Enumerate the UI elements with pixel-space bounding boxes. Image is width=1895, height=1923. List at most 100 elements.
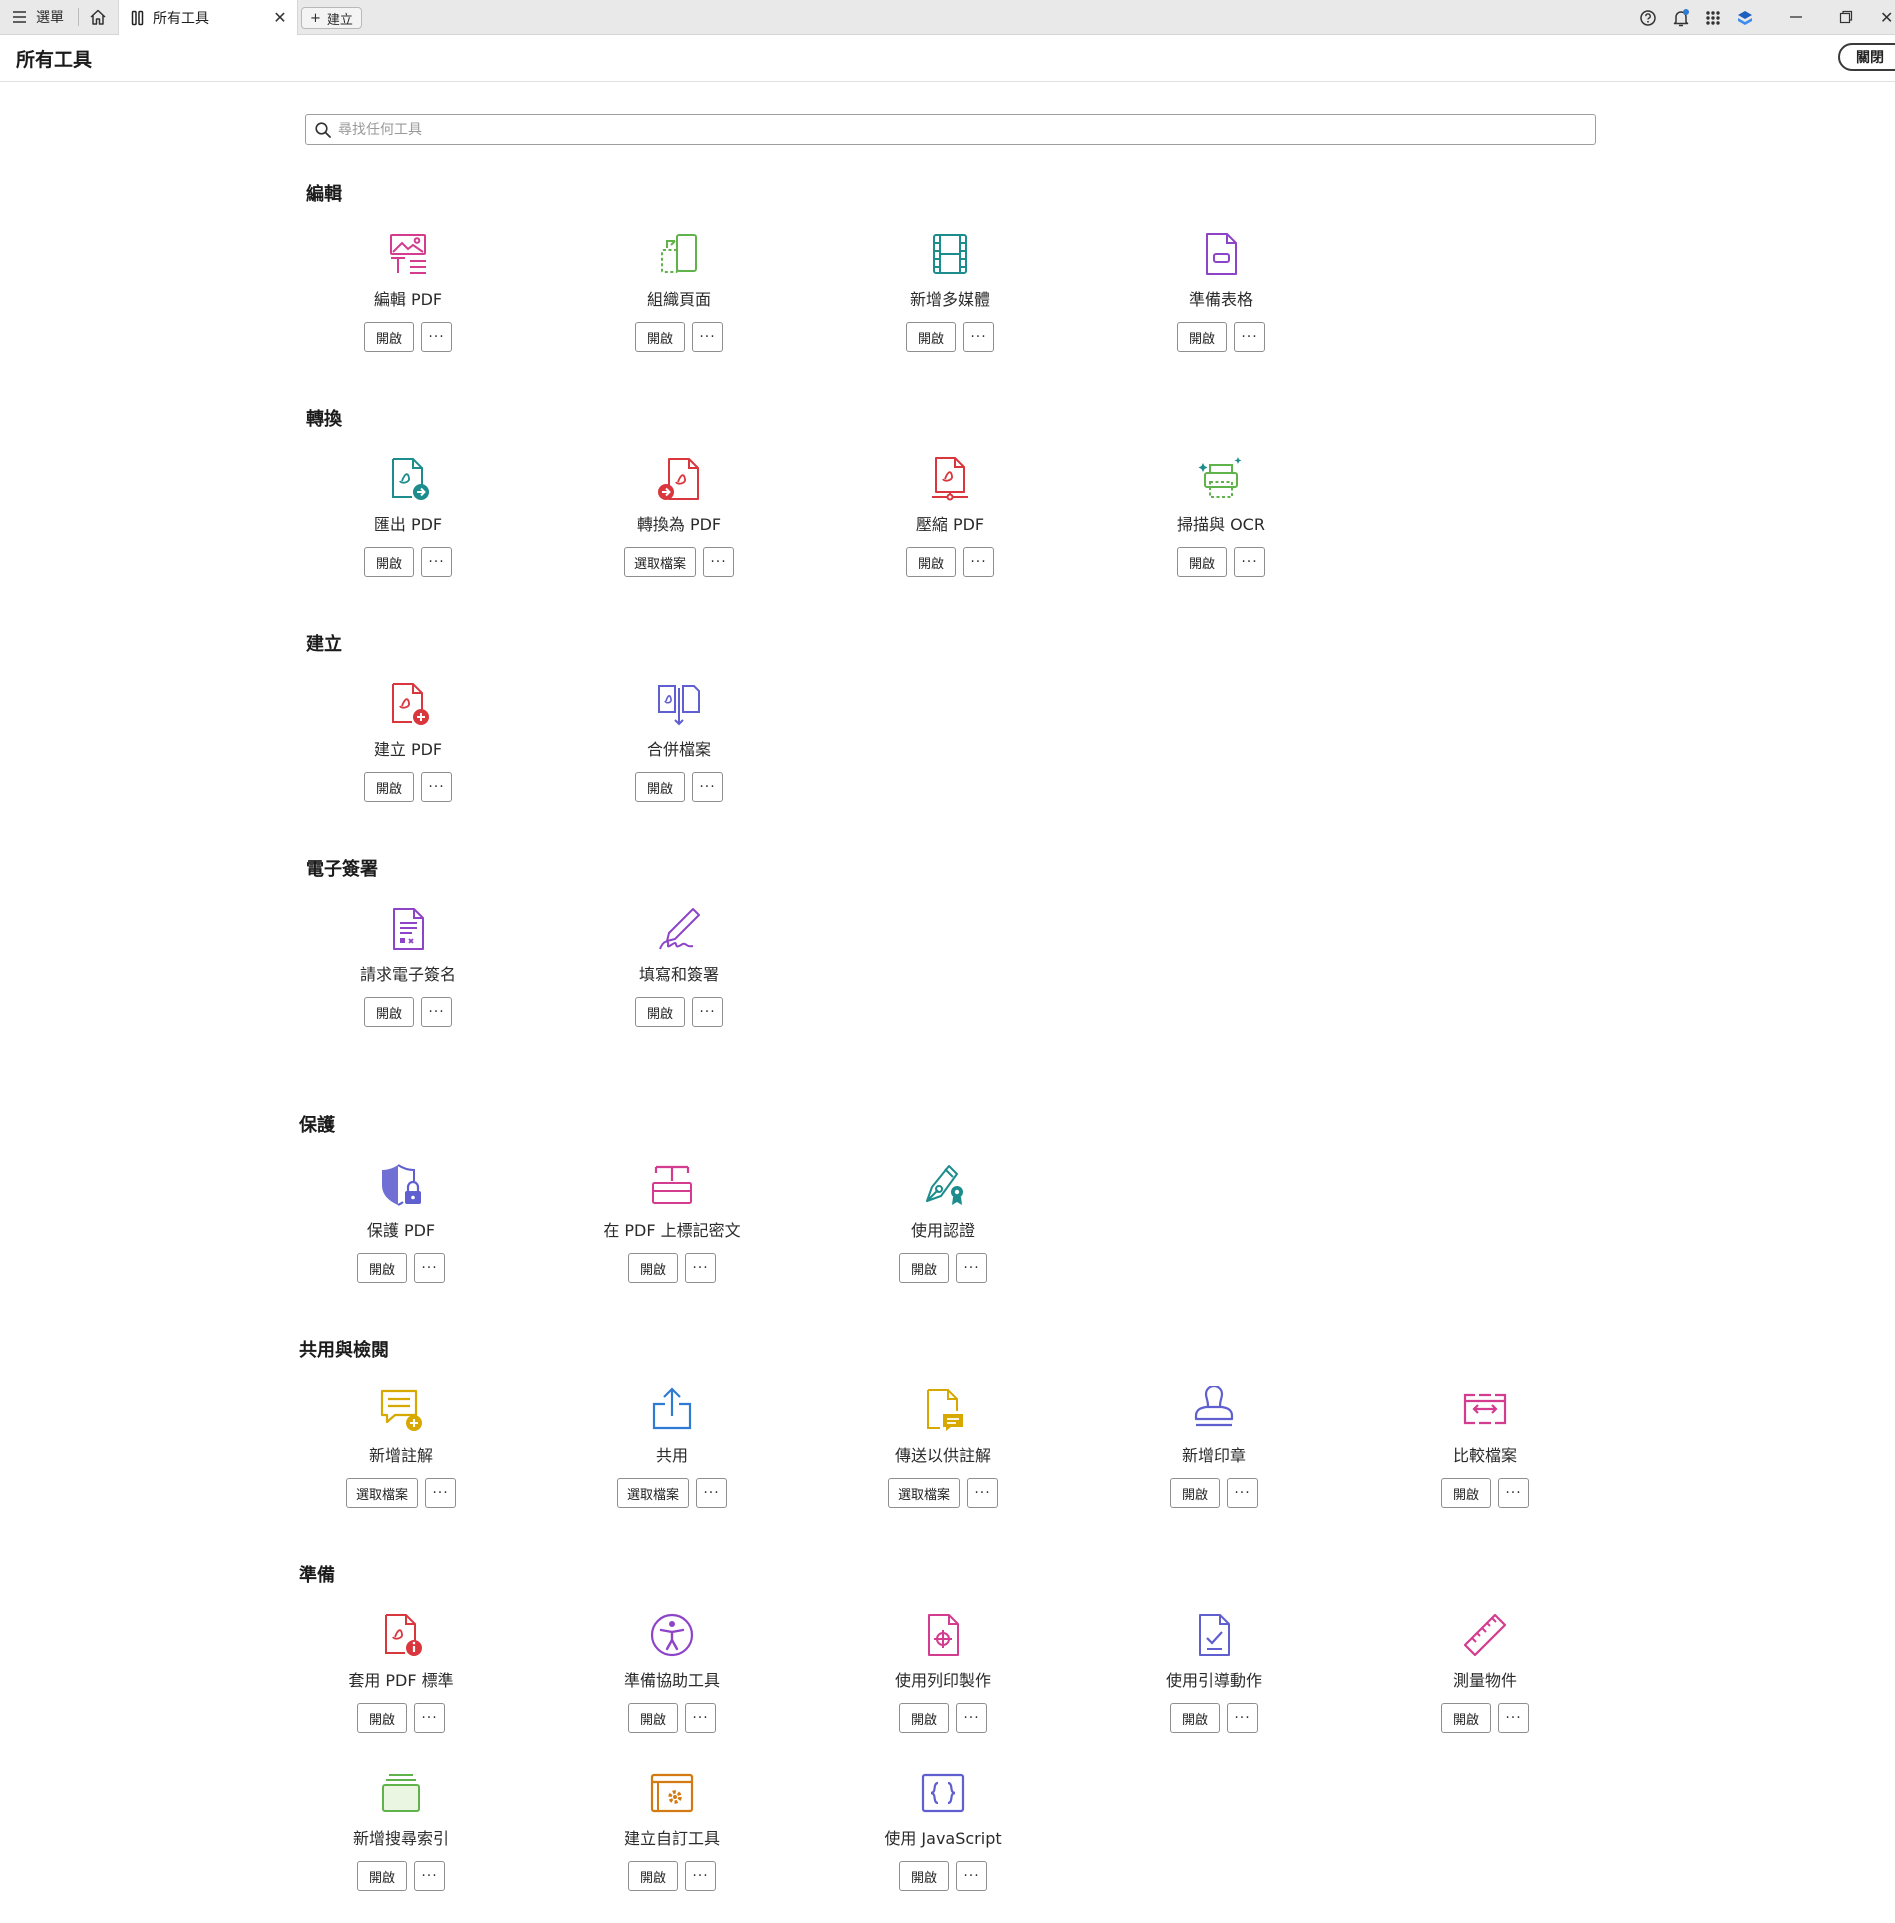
tool-label[interactable]: 在 PDF 上標記密文 — [557, 1217, 787, 1241]
more-options-button[interactable]: ··· — [421, 997, 452, 1027]
open-button[interactable]: 開啟 — [899, 1253, 949, 1283]
open-button[interactable]: 開啟 — [635, 997, 685, 1027]
search-index-icon[interactable] — [377, 1769, 425, 1817]
compare-files-icon[interactable] — [1461, 1386, 1509, 1434]
tool-label[interactable]: 保護 PDF — [286, 1217, 516, 1241]
certificate-icon[interactable] — [919, 1161, 967, 1209]
home-button[interactable] — [84, 0, 112, 34]
open-button[interactable]: 開啟 — [364, 547, 414, 577]
more-options-button[interactable]: ··· — [425, 1478, 456, 1508]
organize-pages-icon[interactable] — [655, 230, 703, 278]
open-button[interactable]: 開啟 — [357, 1861, 407, 1891]
tool-label[interactable]: 填寫和簽署 — [564, 961, 794, 985]
add-rich-media-icon[interactable] — [926, 230, 974, 278]
notification-bell-icon[interactable] — [1671, 8, 1691, 28]
more-options-button[interactable]: ··· — [956, 1253, 987, 1283]
open-button[interactable]: 開啟 — [635, 322, 685, 352]
tool-label[interactable]: 測量物件 — [1370, 1667, 1600, 1691]
redact-icon[interactable] — [648, 1161, 696, 1209]
tool-label[interactable]: 套用 PDF 標準 — [286, 1667, 516, 1691]
open-button[interactable]: 開啟 — [364, 997, 414, 1027]
more-options-button[interactable]: ··· — [414, 1861, 445, 1891]
tool-label[interactable]: 合併檔案 — [564, 736, 794, 760]
custom-tool-icon[interactable] — [648, 1769, 696, 1817]
open-button[interactable]: 開啟 — [357, 1253, 407, 1283]
tool-label[interactable]: 編輯 PDF — [293, 286, 523, 310]
open-button[interactable]: 開啟 — [628, 1703, 678, 1733]
open-button[interactable]: 開啟 — [1177, 547, 1227, 577]
open-button[interactable]: 開啟 — [628, 1253, 678, 1283]
more-options-button[interactable]: ··· — [703, 547, 734, 577]
send-for-comments-icon[interactable] — [919, 1386, 967, 1434]
more-options-button[interactable]: ··· — [414, 1253, 445, 1283]
export-pdf-icon[interactable] — [384, 455, 432, 503]
more-options-button[interactable]: ··· — [414, 1703, 445, 1733]
more-options-button[interactable]: ··· — [1227, 1703, 1258, 1733]
tool-label[interactable]: 轉換為 PDF — [564, 511, 794, 535]
accessibility-icon[interactable] — [648, 1611, 696, 1659]
open-button[interactable]: 開啟 — [1177, 322, 1227, 352]
more-options-button[interactable]: ··· — [685, 1253, 716, 1283]
open-button[interactable]: 開啟 — [364, 322, 414, 352]
open-button[interactable]: 開啟 — [635, 772, 685, 802]
select-file-button[interactable]: 選取檔案 — [623, 547, 696, 577]
more-options-button[interactable]: ··· — [692, 997, 723, 1027]
minimize-icon[interactable] — [1784, 6, 1808, 28]
tool-label[interactable]: 比較檔案 — [1370, 1442, 1600, 1466]
select-file-button[interactable]: 選取檔案 — [887, 1478, 960, 1508]
open-button[interactable]: 開啟 — [628, 1861, 678, 1891]
tool-label[interactable]: 壓縮 PDF — [835, 511, 1065, 535]
tool-label[interactable]: 新增搜尋索引 — [286, 1825, 516, 1849]
help-icon[interactable] — [1638, 8, 1658, 28]
convert-to-pdf-icon[interactable] — [655, 455, 703, 503]
tool-label[interactable]: 傳送以供註解 — [828, 1442, 1058, 1466]
tool-label[interactable]: 匯出 PDF — [293, 511, 523, 535]
tool-label[interactable]: 共用 — [557, 1442, 787, 1466]
apps-grid-icon[interactable] — [1703, 8, 1723, 28]
open-button[interactable]: 開啟 — [1170, 1703, 1220, 1733]
more-options-button[interactable]: ··· — [963, 322, 994, 352]
more-options-button[interactable]: ··· — [1234, 547, 1265, 577]
more-options-button[interactable]: ··· — [685, 1703, 716, 1733]
tool-label[interactable]: 使用列印製作 — [828, 1667, 1058, 1691]
tool-label[interactable]: 使用引導動作 — [1099, 1667, 1329, 1691]
create-pdf-icon[interactable] — [384, 680, 432, 728]
more-options-button[interactable]: ··· — [1498, 1703, 1529, 1733]
tool-label[interactable]: 使用認證 — [828, 1217, 1058, 1241]
tool-label[interactable]: 準備表格 — [1106, 286, 1336, 310]
more-options-button[interactable]: ··· — [956, 1861, 987, 1891]
measure-icon[interactable] — [1461, 1611, 1509, 1659]
combine-files-icon[interactable] — [655, 680, 703, 728]
more-options-button[interactable]: ··· — [421, 772, 452, 802]
compress-pdf-icon[interactable] — [926, 455, 974, 503]
more-options-button[interactable]: ··· — [963, 547, 994, 577]
more-options-button[interactable]: ··· — [967, 1478, 998, 1508]
guided-actions-icon[interactable] — [1190, 1611, 1238, 1659]
javascript-icon[interactable] — [919, 1769, 967, 1817]
more-options-button[interactable]: ··· — [1498, 1478, 1529, 1508]
tool-label[interactable]: 建立 PDF — [293, 736, 523, 760]
open-button[interactable]: 開啟 — [906, 547, 956, 577]
open-button[interactable]: 開啟 — [1170, 1478, 1220, 1508]
pdf-standards-icon[interactable] — [377, 1611, 425, 1659]
more-options-button[interactable]: ··· — [1227, 1478, 1258, 1508]
tool-label[interactable]: 準備協助工具 — [557, 1667, 787, 1691]
request-esign-icon[interactable] — [384, 905, 432, 953]
add-comment-icon[interactable] — [377, 1386, 425, 1434]
tool-label[interactable]: 掃描與 OCR — [1106, 511, 1336, 535]
more-options-button[interactable]: ··· — [956, 1703, 987, 1733]
more-options-button[interactable]: ··· — [692, 772, 723, 802]
tool-label[interactable]: 組織頁面 — [564, 286, 794, 310]
prepare-form-icon[interactable] — [1197, 230, 1245, 278]
tool-label[interactable]: 新增多媒體 — [835, 286, 1065, 310]
tool-label[interactable]: 使用 JavaScript — [828, 1825, 1058, 1849]
edit-pdf-icon[interactable] — [384, 230, 432, 278]
share-icon[interactable] — [648, 1386, 696, 1434]
create-button[interactable]: + 建立 — [301, 7, 362, 29]
tool-label[interactable]: 請求電子簽名 — [293, 961, 523, 985]
more-options-button[interactable]: ··· — [421, 547, 452, 577]
open-button[interactable]: 開啟 — [1441, 1703, 1491, 1733]
open-button[interactable]: 開啟 — [906, 322, 956, 352]
tool-label[interactable]: 新增印章 — [1099, 1442, 1329, 1466]
open-button[interactable]: 開啟 — [1441, 1478, 1491, 1508]
